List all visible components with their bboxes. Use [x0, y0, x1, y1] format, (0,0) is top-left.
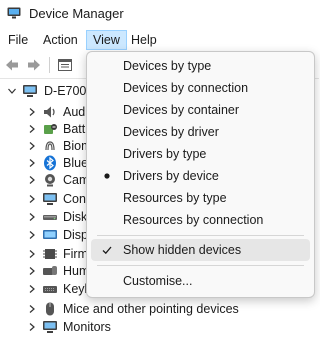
chevron-right-icon[interactable] — [27, 304, 37, 314]
window-title: Device Manager — [29, 6, 124, 21]
chevron-down-icon[interactable] — [7, 86, 17, 96]
menu-item-show-hidden-devices[interactable]: Show hidden devices — [91, 239, 310, 261]
menu-view[interactable]: View — [86, 30, 127, 50]
chevron-right-icon[interactable] — [27, 194, 37, 204]
tree-item-label: Monitors — [63, 320, 111, 334]
mouse-icon — [46, 302, 54, 316]
chevron-right-icon[interactable] — [27, 230, 37, 240]
menu-separator — [97, 265, 304, 266]
chevron-right-icon[interactable] — [27, 141, 37, 151]
menu-item-drivers-by-type[interactable]: Drivers by type — [91, 143, 310, 165]
menu-item-devices-by-container[interactable]: Devices by container — [91, 99, 310, 121]
menu-item-devices-by-type[interactable]: Devices by type — [91, 55, 310, 77]
monitor-icon — [43, 193, 57, 205]
computer-icon — [23, 85, 37, 97]
view-menu-dropdown: Devices by type Devices by connection De… — [86, 51, 315, 298]
camera-icon — [45, 174, 55, 187]
menu-item-devices-by-connection[interactable]: Devices by connection — [91, 77, 310, 99]
chevron-right-icon[interactable] — [27, 124, 37, 134]
firmware-chip-icon — [43, 249, 57, 259]
back-arrow-icon[interactable] — [3, 56, 21, 74]
menu-item-label: Show hidden devices — [123, 243, 242, 257]
display-adapter-icon — [43, 230, 57, 239]
chevron-right-icon[interactable] — [27, 266, 37, 276]
tree-item-monitors[interactable]: Monitors — [0, 317, 319, 338]
tree-item-label: Batt — [63, 122, 86, 136]
menu-item-label: Resources by type — [123, 191, 227, 205]
fingerprint-icon — [45, 141, 55, 151]
chevron-right-icon[interactable] — [27, 284, 37, 294]
tree-item-label: Firm — [63, 247, 88, 261]
tree-item-label: Audi — [63, 105, 89, 119]
menu-item-devices-by-driver[interactable]: Devices by driver — [91, 121, 310, 143]
forward-arrow-icon[interactable] — [25, 56, 43, 74]
chevron-right-icon[interactable] — [27, 212, 37, 222]
menu-item-resources-by-connection[interactable]: Resources by connection — [91, 209, 310, 231]
bluetooth-icon — [44, 155, 56, 171]
menu-item-label: Devices by type — [123, 59, 212, 73]
menu-item-customise[interactable]: Customise... — [91, 270, 310, 292]
chevron-right-icon[interactable] — [27, 175, 37, 185]
tree-item-label: Blue — [63, 156, 89, 170]
menu-bar: File Action View Help — [0, 28, 319, 52]
chevron-right-icon[interactable] — [27, 107, 37, 117]
menu-help[interactable]: Help — [125, 31, 163, 49]
disk-drive-icon — [43, 215, 57, 220]
menu-item-label: Devices by connection — [123, 81, 249, 95]
hid-icon — [43, 266, 57, 275]
audio-icon — [44, 106, 55, 118]
monitor-icon — [43, 321, 57, 333]
tree-item-label: Mice and other pointing devices — [63, 302, 239, 316]
tree-item-label: Con — [63, 192, 86, 206]
menu-item-label: Resources by connection — [123, 213, 264, 227]
checkmark-icon — [102, 246, 112, 255]
chevron-right-icon[interactable] — [27, 158, 37, 168]
menu-item-label: Drivers by device — [123, 169, 219, 183]
menu-item-label: Drivers by type — [123, 147, 207, 161]
menu-action[interactable]: Action — [37, 31, 84, 49]
chevron-right-icon[interactable] — [27, 322, 37, 332]
menu-item-drivers-by-device[interactable]: Drivers by device — [91, 165, 310, 187]
keyboard-icon — [43, 286, 57, 293]
menu-item-label: Customise... — [123, 274, 193, 288]
menu-item-label: Devices by driver — [123, 125, 219, 139]
radio-bullet-icon — [104, 173, 110, 179]
title-bar: Device Manager — [0, 0, 319, 28]
chevron-right-icon[interactable] — [27, 249, 37, 259]
menu-item-resources-by-type[interactable]: Resources by type — [91, 187, 310, 209]
battery-icon — [44, 124, 57, 134]
menu-file[interactable]: File — [2, 31, 34, 49]
tree-item-label: Disk — [63, 210, 88, 224]
device-manager-icon — [7, 7, 21, 19]
tree-item-label: Disp — [63, 228, 89, 242]
menu-separator — [97, 235, 304, 236]
menu-item-label: Devices by container — [123, 103, 240, 117]
toolbar-separator — [49, 57, 50, 73]
properties-icon[interactable] — [56, 56, 74, 74]
